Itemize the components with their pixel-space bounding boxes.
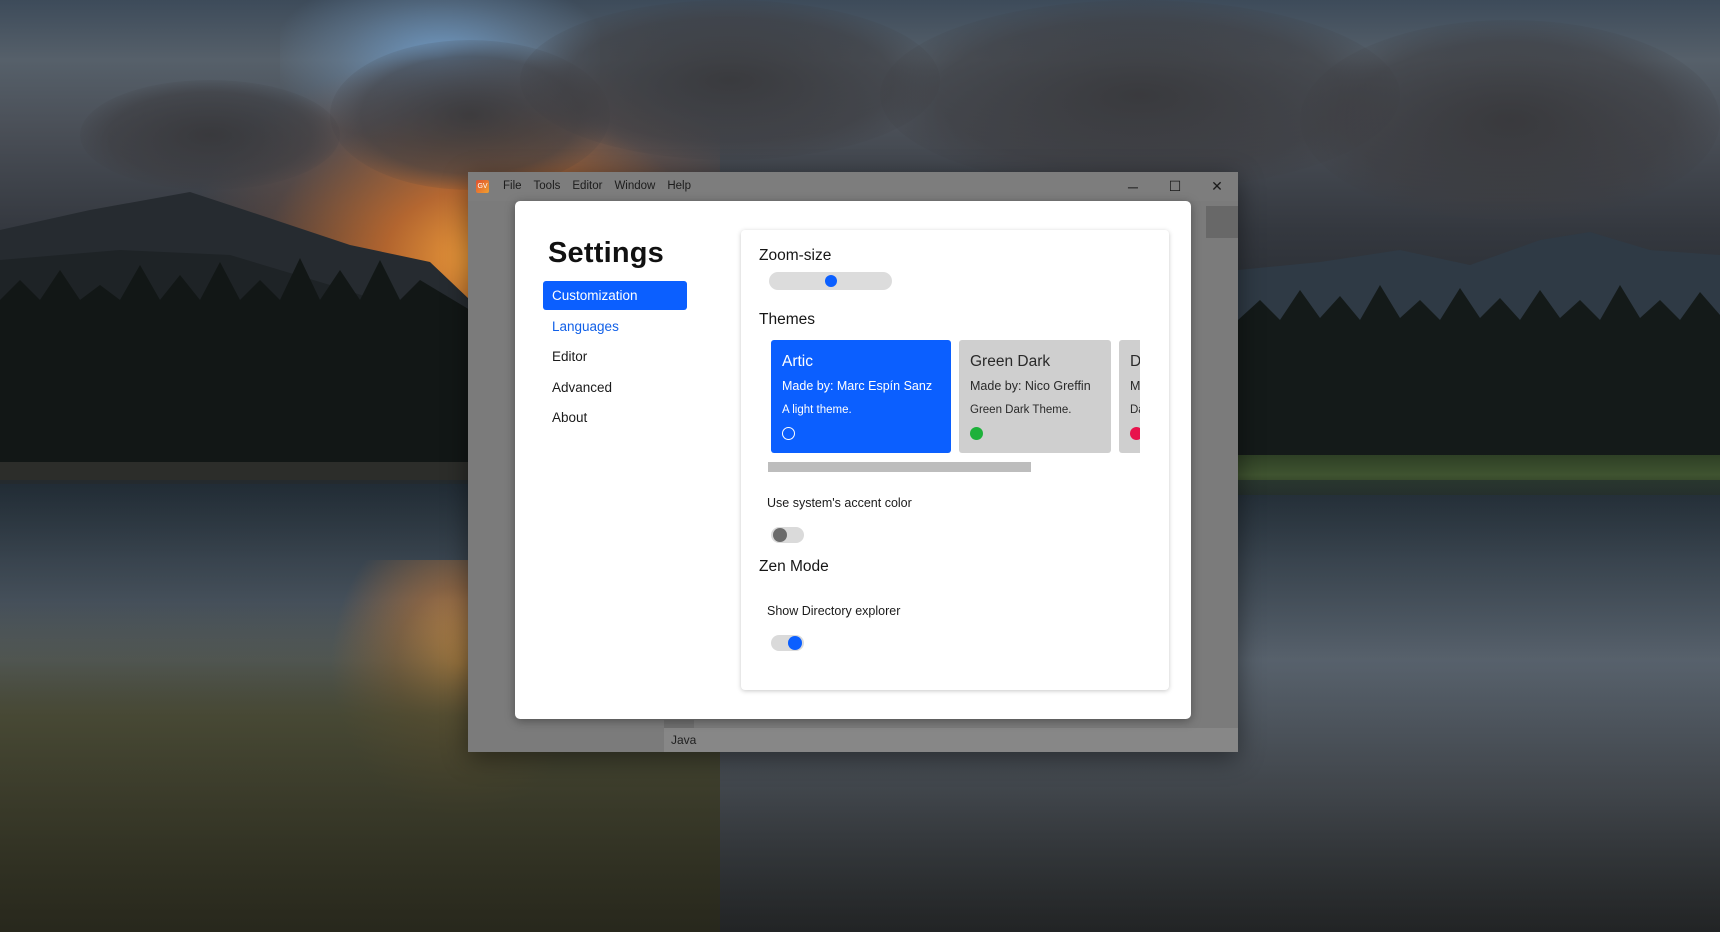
close-icon[interactable]: ✕ xyxy=(1196,172,1238,201)
window-controls: ─ ☐ ✕ xyxy=(1112,172,1238,201)
theme-author: M xyxy=(1130,379,1140,393)
directory-explorer-toggle[interactable] xyxy=(771,635,804,651)
nav-item-editor[interactable]: Editor xyxy=(543,342,687,371)
app-logo-icon: GV xyxy=(476,180,489,193)
nav-item-advanced[interactable]: Advanced xyxy=(543,373,687,402)
theme-author: Made by: Nico Greffin xyxy=(970,379,1091,393)
themes-scrollbar[interactable] xyxy=(768,462,1031,472)
minimize-icon[interactable]: ─ xyxy=(1112,172,1154,201)
zoom-size-slider[interactable] xyxy=(769,272,892,290)
zen-mode-title: Zen Mode xyxy=(759,558,829,575)
menu-editor[interactable]: Editor xyxy=(566,172,608,201)
directory-explorer-label: Show Directory explorer xyxy=(767,604,901,618)
maximize-icon[interactable]: ☐ xyxy=(1154,172,1196,201)
theme-description: A light theme. xyxy=(782,404,852,416)
theme-accent-dot xyxy=(782,427,795,440)
menu-bar: File Tools Editor Window Help xyxy=(497,172,697,201)
theme-author: Made by: Marc Espín Sanz xyxy=(782,379,933,393)
settings-dialog: Settings Customization Languages Editor … xyxy=(515,201,1191,719)
menu-file[interactable]: File xyxy=(497,172,528,201)
menu-help[interactable]: Help xyxy=(661,172,697,201)
page-title: Settings xyxy=(548,237,664,269)
theme-card-green-dark[interactable]: Green Dark Made by: Nico Greffin Green D… xyxy=(959,340,1111,453)
themes-title: Themes xyxy=(759,311,815,328)
zoom-slider-thumb[interactable] xyxy=(824,275,837,287)
accent-color-label: Use system's accent color xyxy=(767,496,912,510)
theme-accent-dot xyxy=(970,427,983,440)
theme-name: Green Dark xyxy=(970,353,1051,370)
nav-item-customization[interactable]: Customization xyxy=(543,281,687,310)
theme-description: Da xyxy=(1130,404,1140,416)
settings-nav: Customization Languages Editor Advanced … xyxy=(543,281,687,434)
theme-name: Artic xyxy=(782,353,813,370)
menu-window[interactable]: Window xyxy=(608,172,661,201)
toggle-knob xyxy=(788,636,802,650)
menu-tools[interactable]: Tools xyxy=(528,172,567,201)
accent-color-toggle[interactable] xyxy=(771,527,804,543)
theme-accent-dot xyxy=(1130,427,1140,440)
theme-description: Green Dark Theme. xyxy=(970,404,1072,416)
titlebar: GV File Tools Editor Window Help ─ ☐ ✕ xyxy=(468,172,1238,201)
theme-name: D xyxy=(1130,353,1140,370)
customization-panel: Zoom-size Themes Artic Made by: Marc Esp… xyxy=(741,230,1169,690)
theme-card-partial[interactable]: D M Da xyxy=(1119,340,1140,453)
toggle-knob xyxy=(773,528,787,542)
nav-item-languages[interactable]: Languages xyxy=(543,312,687,341)
zoom-size-title: Zoom-size xyxy=(759,247,832,264)
status-language[interactable]: Java xyxy=(664,733,696,747)
statusbar: Java xyxy=(664,728,1238,752)
theme-card-artic[interactable]: Artic Made by: Marc Espín Sanz A light t… xyxy=(771,340,951,453)
themes-carousel: Artic Made by: Marc Espín Sanz A light t… xyxy=(771,340,1140,454)
editor-scrollbar[interactable] xyxy=(1206,206,1238,238)
nav-item-about[interactable]: About xyxy=(543,403,687,432)
